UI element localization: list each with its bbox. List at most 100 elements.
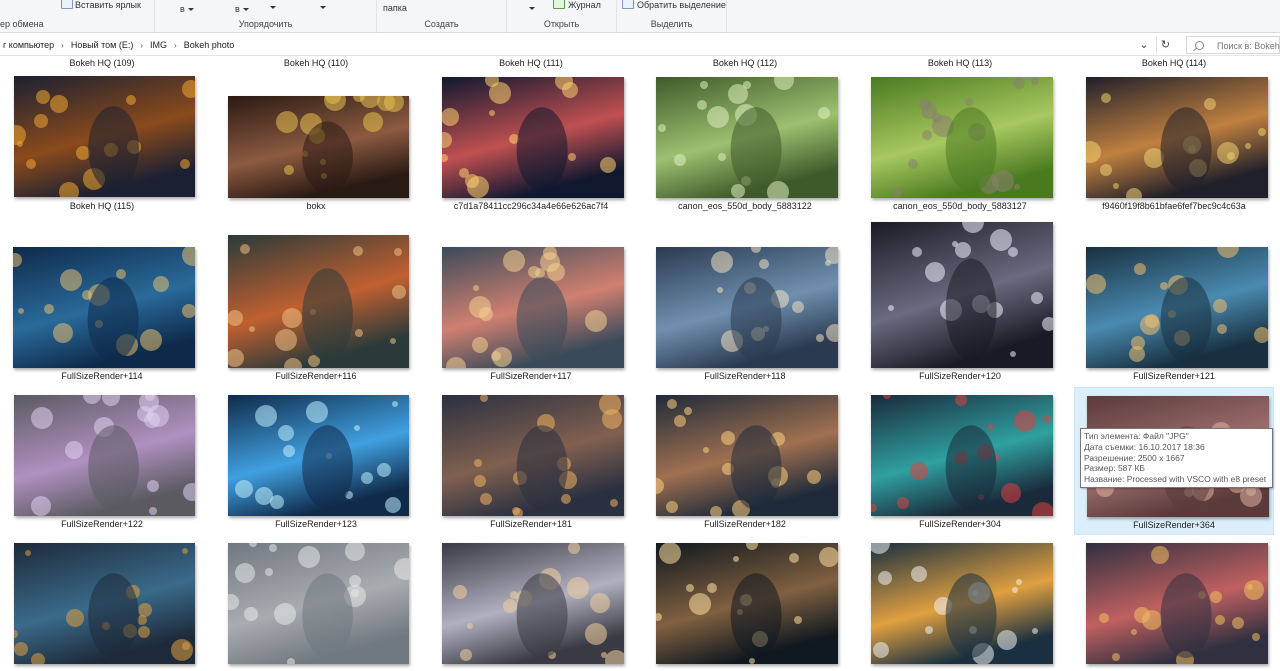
file-item[interactable]: FullSizeRender+122: [2, 387, 202, 535]
file-thumbnail[interactable]: [871, 543, 1053, 664]
file-item[interactable]: canon_eos_550d_body_5883127: [860, 69, 1060, 217]
search-icon: [1195, 41, 1204, 50]
file-name[interactable]: FullSizeRender+114: [2, 371, 202, 381]
file-item[interactable]: FullSizeRender+304: [860, 387, 1060, 535]
file-label[interactable]: Bokeh HQ (113): [860, 58, 1060, 68]
file-name[interactable]: bokx: [216, 201, 416, 211]
move-to-button[interactable]: в: [180, 4, 185, 14]
refresh-icon[interactable]: ↻: [1156, 36, 1174, 54]
file-name[interactable]: FullSizeRender+121: [1074, 371, 1274, 381]
file-name[interactable]: f9460f19f8b61bfae6fef7bec9c4c63a: [1074, 201, 1274, 211]
new-folder-button[interactable]: папка: [383, 3, 407, 13]
file-thumbnail[interactable]: [14, 76, 195, 197]
file-item[interactable]: [1074, 535, 1274, 671]
file-item[interactable]: [431, 535, 631, 671]
chevron-right-icon[interactable]: ›: [136, 41, 147, 50]
file-item[interactable]: FullSizeRender+117: [431, 239, 631, 387]
file-name[interactable]: Bokeh HQ (115): [2, 201, 202, 211]
file-name[interactable]: FullSizeRender+364: [1075, 520, 1273, 530]
file-name[interactable]: FullSizeRender+118: [645, 371, 845, 381]
file-item[interactable]: bokx: [216, 88, 416, 217]
chevron-right-icon[interactable]: ›: [57, 41, 68, 50]
file-name[interactable]: FullSizeRender+182: [645, 519, 845, 529]
address-bar: г компьютер › Новый том (E:) › IMG › Bok…: [0, 34, 1280, 56]
journal-button[interactable]: Журнал: [568, 0, 601, 10]
file-name[interactable]: FullSizeRender+117: [431, 371, 631, 381]
file-item[interactable]: canon_eos_550d_body_5883122: [645, 69, 845, 217]
file-item[interactable]: FullSizeRender+118: [645, 239, 845, 387]
file-thumbnail[interactable]: [871, 222, 1053, 368]
file-item[interactable]: FullSizeRender+121: [1074, 239, 1274, 387]
breadcrumb-computer[interactable]: г компьютер: [0, 40, 57, 50]
file-name[interactable]: FullSizeRender+304: [860, 519, 1060, 529]
file-item[interactable]: [645, 535, 845, 671]
invert-selection-button[interactable]: Обратить выделение: [637, 0, 726, 10]
move-to-dropdown-icon[interactable]: [188, 8, 194, 11]
breadcrumb-bokeh-photo[interactable]: Bokeh photo: [181, 40, 238, 50]
file-thumbnail[interactable]: [1086, 247, 1268, 368]
file-label[interactable]: Bokeh HQ (109): [2, 58, 202, 68]
file-thumbnail[interactable]: [656, 247, 838, 368]
file-item[interactable]: FullSizeRender+182: [645, 387, 845, 535]
new-caption: Создать: [424, 19, 459, 29]
file-item[interactable]: FullSizeRender+114: [2, 239, 202, 387]
copy-to-dropdown-icon[interactable]: [243, 8, 249, 11]
file-thumbnail[interactable]: [13, 247, 195, 368]
file-name[interactable]: FullSizeRender+123: [216, 519, 416, 529]
file-item[interactable]: FullSizeRender+120: [860, 214, 1060, 387]
file-thumbnail[interactable]: [228, 395, 409, 516]
file-info-tooltip: Тип элемента: Файл "JPG" Дата съемки: 16…: [1080, 428, 1273, 488]
file-thumbnail[interactable]: [442, 247, 624, 368]
file-item[interactable]: [216, 535, 416, 671]
invert-selection-icon: [622, 0, 634, 9]
organize-caption: Упорядочить: [238, 19, 293, 29]
chevron-right-icon[interactable]: ›: [170, 41, 181, 50]
file-thumbnail[interactable]: [442, 395, 624, 516]
breadcrumb-drive[interactable]: Новый том (E:): [68, 40, 137, 50]
file-item[interactable]: f9460f19f8b61bfae6fef7bec9c4c63a: [1074, 69, 1274, 217]
file-thumbnail[interactable]: [14, 395, 195, 516]
file-label[interactable]: Bokeh HQ (114): [1074, 58, 1274, 68]
delete-dropdown-icon[interactable]: [270, 6, 276, 9]
breadcrumb[interactable]: г компьютер › Новый том (E:) › IMG › Bok…: [0, 34, 1133, 56]
file-thumbnail[interactable]: [871, 77, 1053, 198]
history-dropdown-icon[interactable]: ⌄: [1135, 36, 1153, 54]
search-input[interactable]: Поиск в: Bokeh: [1186, 36, 1280, 54]
breadcrumb-img[interactable]: IMG: [147, 40, 170, 50]
file-thumbnail[interactable]: [1086, 543, 1268, 664]
file-thumbnail[interactable]: [656, 395, 838, 516]
new-group: папка Создать: [377, 0, 507, 33]
file-item[interactable]: Bokeh HQ (115): [2, 68, 202, 217]
file-item[interactable]: [860, 535, 1060, 671]
file-item[interactable]: FullSizeRender+116: [216, 227, 416, 387]
file-thumbnail[interactable]: [228, 543, 409, 664]
file-item[interactable]: c7d1a78411cc296c34a4e66e626ac7f4: [431, 69, 631, 217]
copy-to-button[interactable]: в: [235, 4, 240, 14]
file-item[interactable]: FullSizeRender+123: [216, 387, 416, 535]
file-label[interactable]: Bokeh HQ (112): [645, 58, 845, 68]
file-name[interactable]: FullSizeRender+116: [216, 371, 416, 381]
file-thumbnail[interactable]: [442, 543, 624, 664]
file-thumbnail[interactable]: [871, 395, 1053, 516]
tooltip-title: Название: Processed with VSCO with e8 pr…: [1084, 474, 1267, 485]
file-item[interactable]: [2, 535, 202, 671]
file-name[interactable]: FullSizeRender+181: [431, 519, 631, 529]
rename-dropdown-icon[interactable]: [320, 6, 326, 9]
file-name[interactable]: canon_eos_550d_body_5883127: [860, 201, 1060, 211]
file-name[interactable]: FullSizeRender+120: [860, 371, 1060, 381]
file-name[interactable]: c7d1a78411cc296c34a4e66e626ac7f4: [431, 201, 631, 211]
file-thumbnail[interactable]: [1086, 77, 1268, 198]
file-thumbnail[interactable]: [228, 96, 409, 198]
file-thumbnail[interactable]: [228, 235, 409, 368]
properties-dropdown-icon[interactable]: [529, 7, 535, 10]
file-thumbnail[interactable]: [14, 543, 195, 664]
file-name[interactable]: canon_eos_550d_body_5883122: [645, 201, 845, 211]
file-item[interactable]: FullSizeRender+181: [431, 387, 631, 535]
file-thumbnail[interactable]: [656, 77, 838, 198]
file-label[interactable]: Bokeh HQ (110): [216, 58, 416, 68]
file-label[interactable]: Bokeh HQ (111): [431, 58, 631, 68]
file-thumbnail[interactable]: [442, 77, 624, 198]
file-thumbnail[interactable]: [656, 543, 838, 664]
paste-shortcut-button[interactable]: Вставить ярлык: [75, 0, 141, 10]
file-name[interactable]: FullSizeRender+122: [2, 519, 202, 529]
